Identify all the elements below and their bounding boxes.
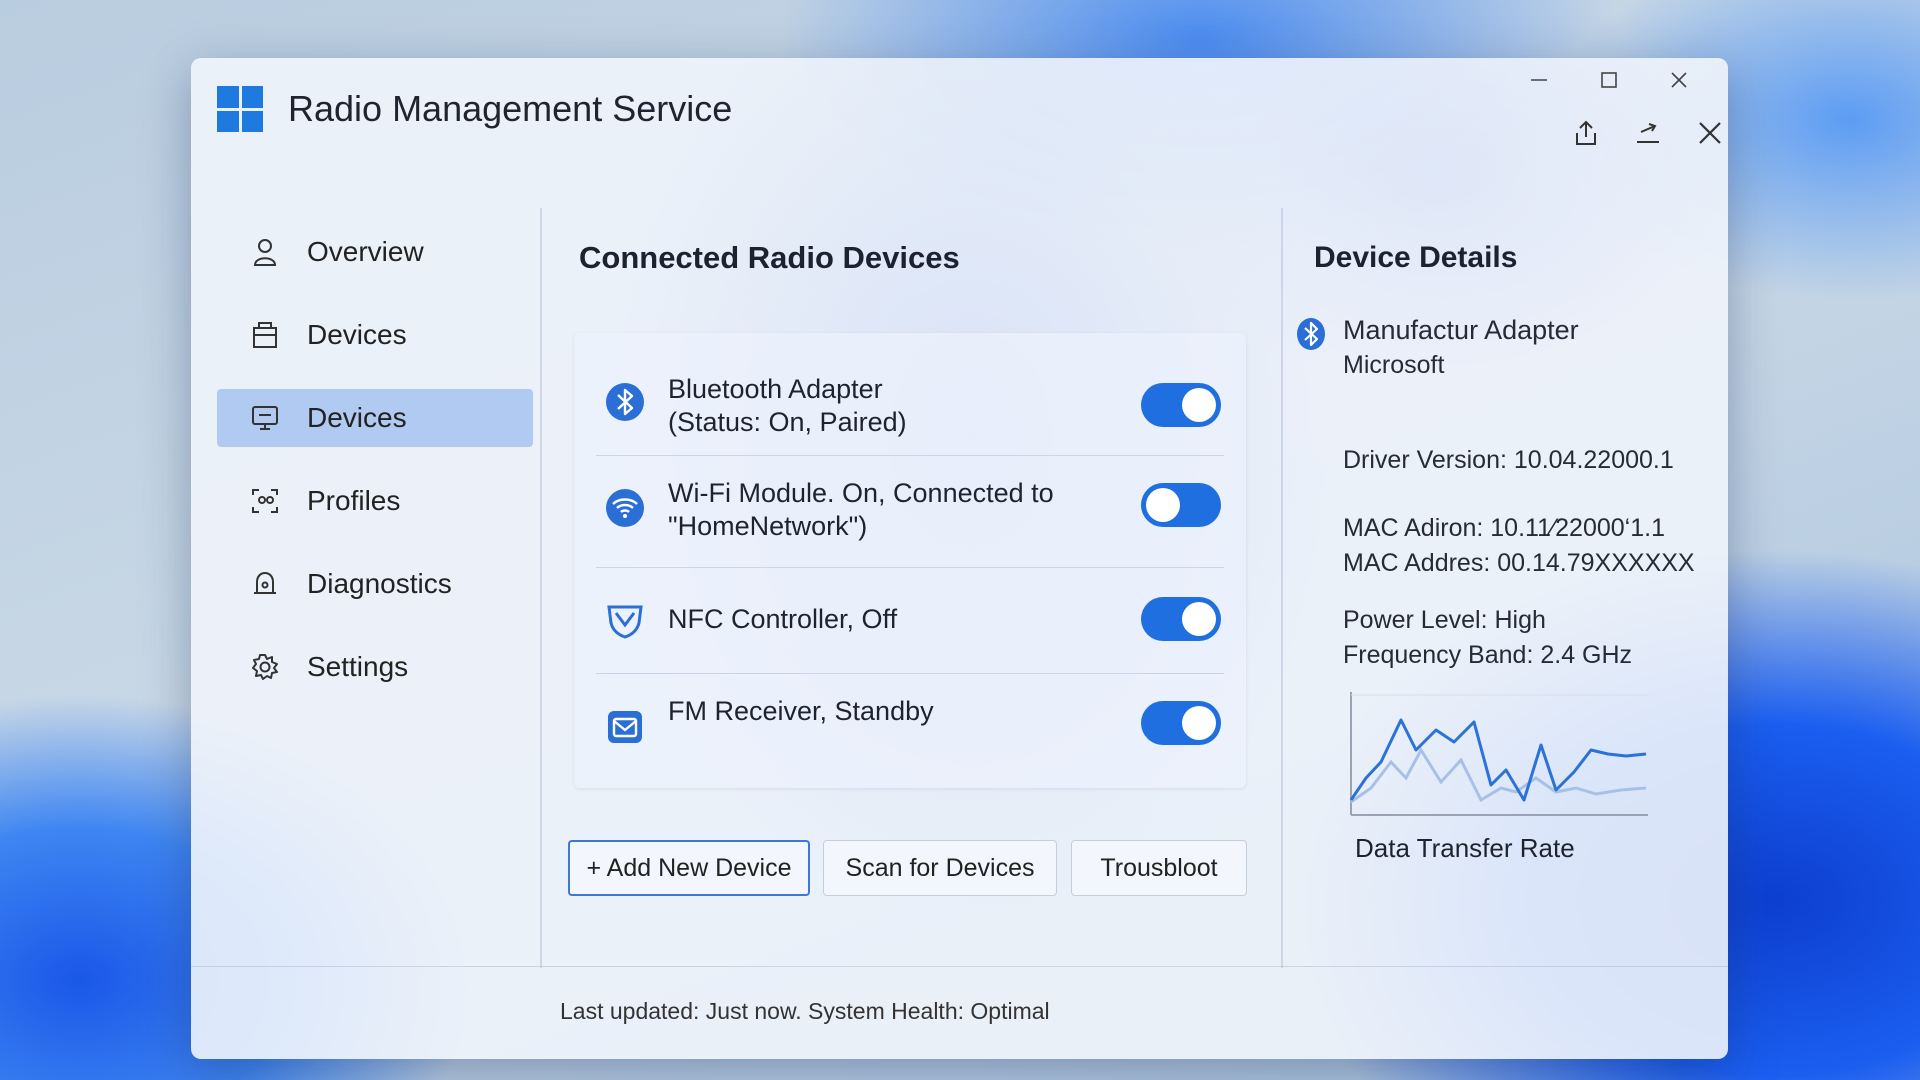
- maximize-icon: [1601, 72, 1617, 88]
- sidebar-item-devices[interactable]: Devices: [217, 306, 533, 364]
- close-button[interactable]: [1649, 60, 1709, 100]
- gear-icon: [249, 651, 281, 683]
- bell-icon: [249, 568, 281, 600]
- app-title: Radio Management Service: [288, 88, 733, 129]
- add-device-button[interactable]: + Add New Device: [568, 840, 810, 896]
- device-name: Wi-Fi Module. On, Connected to "HomeNetw…: [668, 478, 1054, 541]
- sidebar-item-label: Devices: [307, 402, 407, 433]
- mac-address: MAC Addres: 00.14.79XXXXXX: [1343, 549, 1695, 577]
- footer-divider: [191, 966, 1728, 967]
- maximize-button[interactable]: [1579, 60, 1639, 100]
- share-button[interactable]: [1561, 108, 1611, 158]
- sidebar-nav: Overview Devices Devices Profiles Diagno…: [217, 223, 533, 721]
- dismiss-button[interactable]: [1685, 108, 1728, 158]
- share-icon: [1576, 120, 1596, 145]
- sidebar-item-diagnostics[interactable]: Diagnostics: [217, 555, 533, 613]
- monitor-icon: [249, 402, 281, 434]
- scan-devices-button[interactable]: Scan for Devices: [823, 840, 1057, 896]
- bluetooth-toggle[interactable]: [1141, 383, 1221, 427]
- sidebar-item-label: Settings: [307, 651, 409, 682]
- device-row-wifi[interactable]: Wi-Fi Module. On, Connected to "HomeNetw…: [596, 455, 1224, 568]
- troubleshoot-button[interactable]: Trousbloot: [1071, 840, 1247, 896]
- export-button[interactable]: [1623, 108, 1673, 158]
- sidebar-item-devices-active[interactable]: Devices: [217, 389, 533, 447]
- device-row-bluetooth[interactable]: Bluetooth Adapter (Status: On, Paired): [596, 353, 1224, 456]
- nfc-icon: [607, 605, 643, 639]
- device-list: Bluetooth Adapter (Status: On, Paired) W…: [574, 333, 1246, 788]
- clipboard-icon: [249, 319, 281, 351]
- person-icon: [249, 236, 281, 268]
- driver-version: Driver Version: 10.04.22000.1: [1343, 446, 1674, 474]
- device-name: Bluetooth Adapter (Status: On, Paired): [668, 374, 907, 437]
- manufacturer-value: Microsoft: [1343, 351, 1445, 379]
- bluetooth-icon: [1297, 318, 1325, 350]
- close-icon: [1699, 122, 1721, 144]
- details-divider: [1281, 208, 1283, 968]
- frequency-band: Frequency Band: 2.4 GHz: [1343, 641, 1633, 669]
- data-transfer-chart: [1349, 692, 1648, 816]
- minimize-icon: [1531, 79, 1547, 81]
- power-level: Power Level: High: [1343, 606, 1546, 634]
- wifi-toggle[interactable]: [1141, 483, 1221, 527]
- mac-adiron: MAC Adiron: 10.11⁄22000‘1.1: [1343, 514, 1665, 542]
- wifi-icon: [606, 489, 644, 527]
- radio-icon: [608, 711, 642, 743]
- sidebar-item-label: Overview: [307, 236, 424, 267]
- device-name: FM Receiver, Standby: [668, 696, 934, 726]
- device-name: NFC Controller, Off: [668, 604, 898, 634]
- windows-logo-icon: [217, 86, 263, 132]
- profile-scan-icon: [249, 485, 281, 517]
- sidebar-item-label: Diagnostics: [307, 568, 452, 599]
- device-row-nfc[interactable]: NFC Controller, Off: [596, 567, 1224, 674]
- sidebar-item-overview[interactable]: Overview: [217, 223, 533, 281]
- chart-label: Data Transfer Rate: [1355, 833, 1575, 863]
- fm-toggle[interactable]: [1141, 701, 1221, 745]
- minimize-button[interactable]: [1509, 60, 1569, 100]
- bluetooth-icon: [606, 383, 644, 421]
- sidebar-divider: [540, 208, 542, 968]
- sidebar-item-profiles[interactable]: Profiles: [217, 472, 533, 530]
- app-window: Radio Management Service Overview Device…: [191, 58, 1728, 1059]
- nfc-toggle[interactable]: [1141, 597, 1221, 641]
- sidebar-item-label: Devices: [307, 319, 407, 350]
- export-icon: [1637, 123, 1659, 143]
- device-row-fm[interactable]: FM Receiver, Standby: [596, 673, 1224, 773]
- close-icon: [1671, 72, 1687, 88]
- manufacturer-label: Manufactur Adapter: [1343, 315, 1579, 345]
- status-bar-text: Last updated: Just now. System Health: O…: [560, 998, 1050, 1024]
- details-title: Device Details: [1314, 241, 1518, 274]
- title-bar: Radio Management Service: [191, 58, 1728, 168]
- main-title: Connected Radio Devices: [579, 240, 960, 275]
- sidebar-item-label: Profiles: [307, 485, 401, 516]
- sidebar-item-settings[interactable]: Settings: [217, 638, 533, 696]
